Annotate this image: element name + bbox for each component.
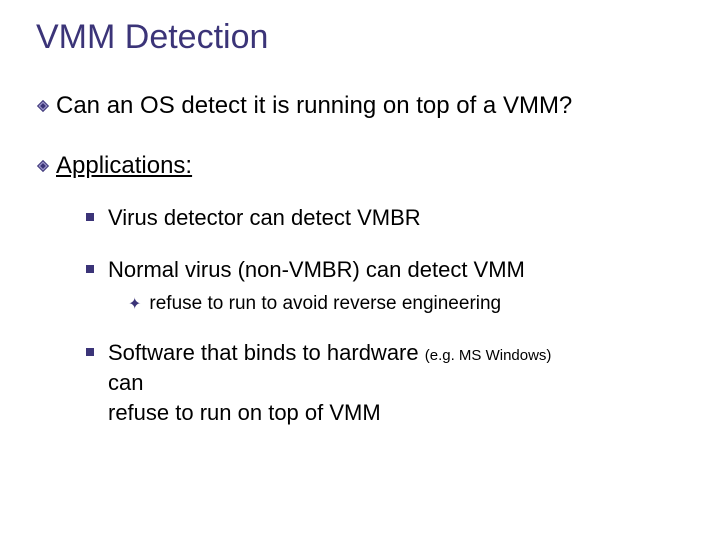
square-bullet-icon (86, 213, 94, 221)
bullet-text: Applications: (56, 151, 192, 181)
bullet-level3: ✦ refuse to run to avoid reverse enginee… (30, 292, 690, 316)
diamond-bullet-icon (36, 159, 50, 173)
bullet-level2: Virus detector can detect VMBR (30, 203, 690, 233)
slide: VMM Detection Can an OS detect it is run… (0, 0, 720, 447)
diamond-bullet-icon (36, 99, 50, 113)
bullet-text-part: can (108, 370, 143, 395)
bullet-text: Software that binds to hardware (e.g. MS… (108, 338, 551, 427)
bullet-level1: Can an OS detect it is running on top of… (30, 91, 690, 121)
bullet-level2: Software that binds to hardware (e.g. MS… (30, 338, 690, 427)
bullet-text: refuse to run to avoid reverse engineeri… (149, 292, 501, 316)
bullet-text: Virus detector can detect VMBR (108, 203, 421, 233)
square-bullet-icon (86, 348, 94, 356)
bullet-text-paren: (e.g. MS Windows) (425, 347, 552, 364)
tick-bullet-icon: ✦ (128, 294, 141, 314)
bullet-text: Normal virus (non-VMBR) can detect VMM (108, 255, 525, 285)
slide-title: VMM Detection (36, 18, 690, 57)
bullet-level1: Applications: (30, 151, 690, 181)
square-bullet-icon (86, 265, 94, 273)
bullet-text: Can an OS detect it is running on top of… (56, 91, 572, 121)
bullet-text-part: Software that binds to hardware (108, 340, 425, 365)
bullet-text-part: refuse to run on top of VMM (108, 400, 381, 425)
bullet-level2: Normal virus (non-VMBR) can detect VMM (30, 255, 690, 285)
